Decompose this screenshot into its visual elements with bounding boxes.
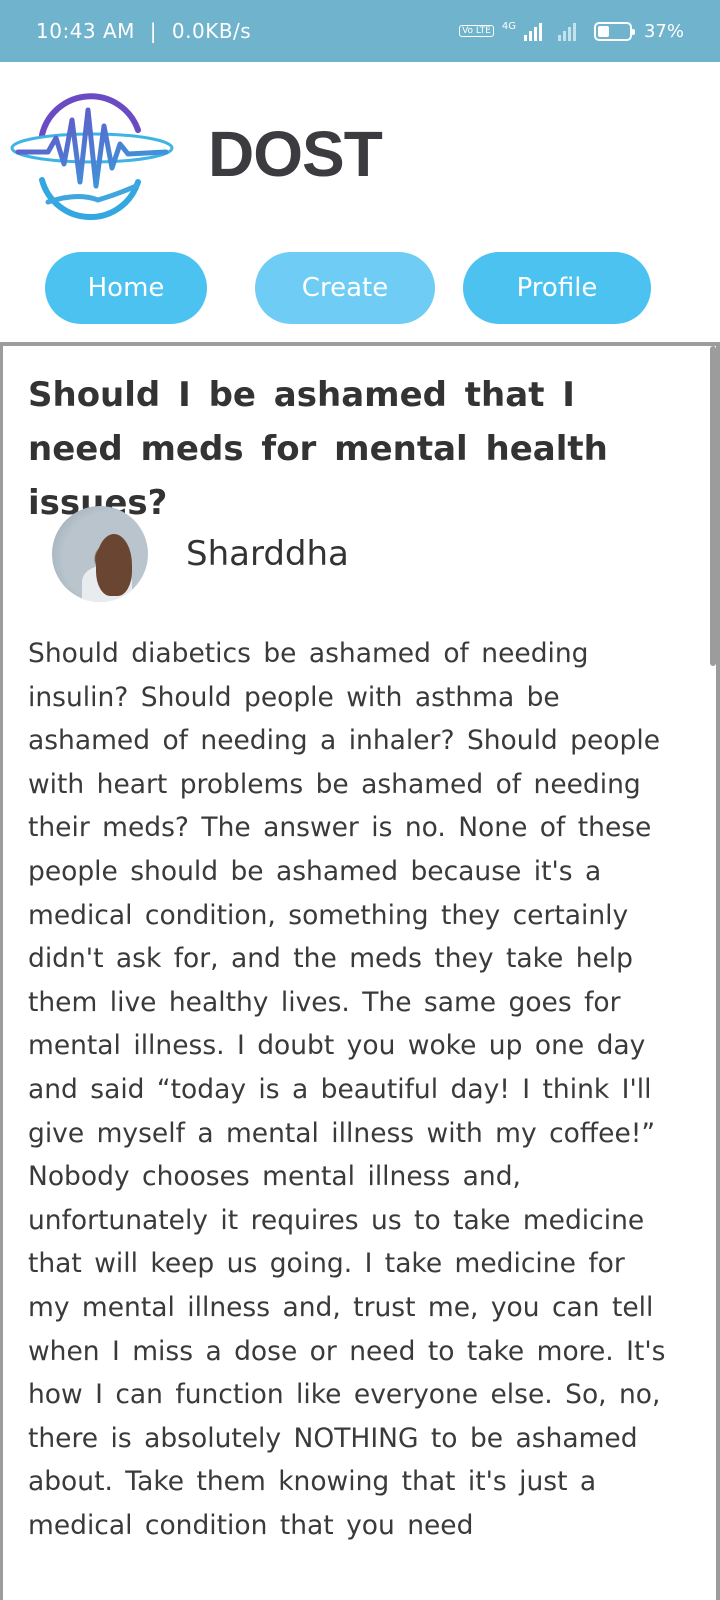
- status-speed: 0.0KB/s: [171, 19, 252, 43]
- main-nav: Home Create Profile: [0, 250, 720, 326]
- brand-title: DOST: [208, 118, 383, 190]
- battery-icon: [593, 21, 635, 41]
- post-body: Should diabetics be ashamed of needing i…: [28, 638, 666, 1541]
- status-right: Vo LTE 4G 37%: [459, 21, 684, 42]
- home-button[interactable]: Home: [45, 252, 207, 324]
- author-name[interactable]: Sharddha: [186, 534, 349, 574]
- scrollbar[interactable]: [710, 346, 716, 666]
- avatar[interactable]: [52, 506, 148, 602]
- dost-logo-icon: [10, 93, 174, 220]
- volte-icon: Vo LTE: [459, 25, 494, 37]
- signal-icon: [523, 21, 542, 41]
- battery-fill: [597, 25, 610, 37]
- avatar-figure-hair: [96, 534, 132, 596]
- status-time: 10:43 AM: [36, 19, 135, 43]
- status-bar: 10:43 AM | 0.0KB/s Vo LTE 4G 37%: [0, 0, 720, 62]
- signal-secondary-icon: [557, 21, 576, 41]
- create-button[interactable]: Create: [255, 252, 435, 324]
- network-type: 4G: [501, 20, 516, 32]
- profile-button[interactable]: Profile: [463, 252, 651, 324]
- status-separator: |: [149, 19, 158, 43]
- app-header: DOST: [0, 62, 720, 242]
- battery-percent: 37%: [643, 20, 684, 42]
- status-left: 10:43 AM | 0.0KB/s: [36, 19, 251, 43]
- post-author[interactable]: Sharddha: [52, 505, 349, 603]
